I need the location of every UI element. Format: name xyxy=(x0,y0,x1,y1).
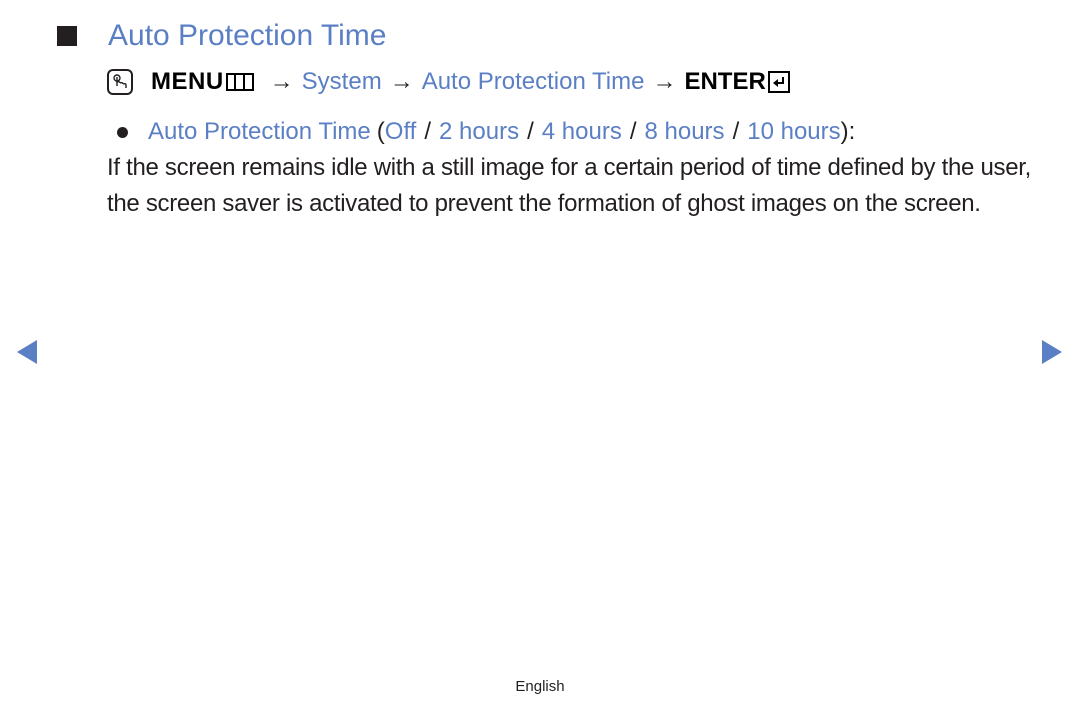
option-value-2-hours[interactable]: 2 hours xyxy=(439,118,519,146)
om-hand-icon xyxy=(107,69,133,95)
enter-label: ENTER xyxy=(684,68,766,95)
prev-page-triangle-icon[interactable] xyxy=(17,340,37,364)
option-value-10-hours[interactable]: 10 hours xyxy=(747,118,840,146)
bullet-icon xyxy=(117,126,128,138)
path-step-system[interactable]: System xyxy=(302,68,382,96)
option-value-8-hours[interactable]: 8 hours xyxy=(645,118,725,146)
path-arrow: → xyxy=(389,68,414,95)
option-open-paren: ( xyxy=(376,118,385,145)
path-arrow: → xyxy=(652,68,677,95)
option-value-off[interactable]: Off xyxy=(385,118,417,146)
option-separator: / xyxy=(424,118,432,145)
option-separator: / xyxy=(527,118,534,145)
option-separator: / xyxy=(732,118,740,145)
menu-path: MENU → System → Auto Protection Time → E… xyxy=(107,64,790,100)
option-value-4-hours[interactable]: 4 hours xyxy=(542,118,622,146)
page-title: Auto Protection Time xyxy=(108,19,387,52)
description-paragraph: If the screen remains idle with a still … xyxy=(107,154,1031,217)
footer-language: English xyxy=(515,678,565,695)
option-name[interactable]: Auto Protection Time xyxy=(148,118,371,146)
section-heading: Auto Protection Time xyxy=(57,14,386,58)
option-line: Auto Protection Time ( Off / 2 hours / 4… xyxy=(117,115,855,149)
option-close: ): xyxy=(840,118,856,145)
path-arrow: → xyxy=(269,68,294,95)
option-separator: / xyxy=(629,118,637,145)
path-step-auto-protection-time[interactable]: Auto Protection Time xyxy=(422,68,645,96)
menu-grid-icon xyxy=(225,73,254,91)
enter-icon xyxy=(767,71,790,93)
heading-square-icon xyxy=(57,26,77,46)
next-page-triangle-icon[interactable] xyxy=(1042,340,1062,364)
menu-label: MENU xyxy=(151,68,224,95)
